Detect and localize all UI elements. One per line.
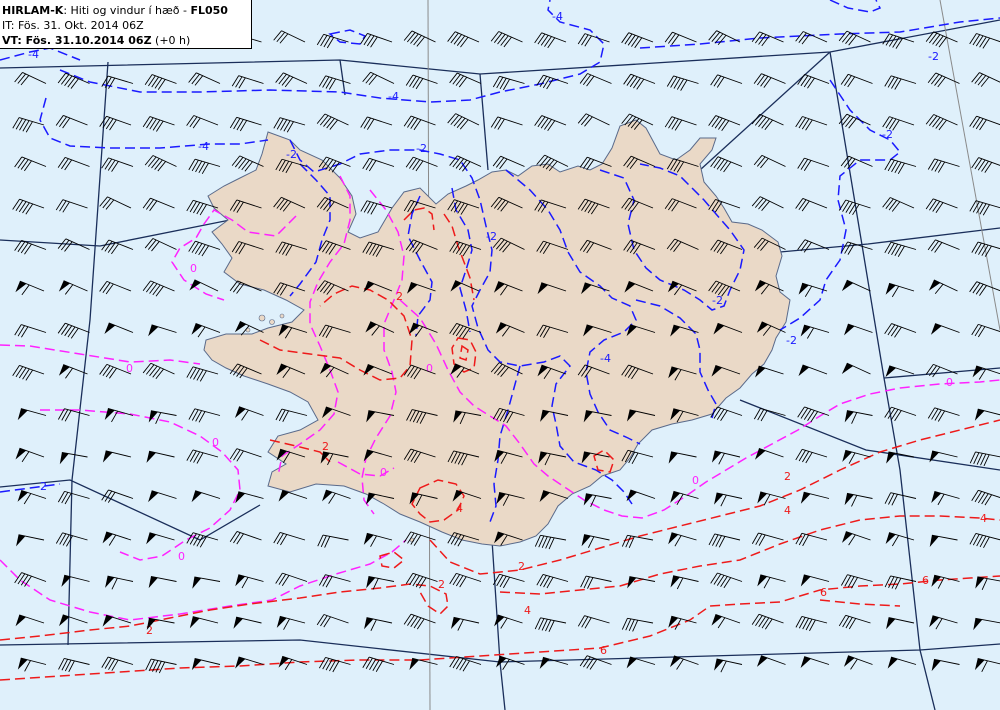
forecast-info-box: HIRLAM-K: Hiti og vindur í hæð - FL050 I…	[0, 0, 252, 49]
contour-label-blue: -4	[28, 48, 39, 61]
contour-label-red: 2	[396, 290, 403, 303]
contour-label-red: 2	[438, 578, 445, 591]
contour-label-blue: -2	[36, 480, 47, 493]
contour-label-blue: -2	[928, 50, 939, 63]
contour-label-red: 4	[456, 502, 463, 515]
contour-label-magenta: 0	[212, 436, 219, 449]
contour-label-magenta: 0	[692, 474, 699, 487]
flight-level: FL050	[190, 4, 228, 17]
contour-label-red: 4	[784, 504, 791, 517]
contour-label-blue: -4	[552, 10, 563, 23]
contour-label-blue: -4	[388, 90, 399, 103]
contour-label-blue: -2	[786, 334, 797, 347]
contour-label-magenta: 0	[380, 466, 387, 479]
contour-label-red: 4	[524, 604, 531, 617]
contour-label-blue: -2	[286, 148, 297, 161]
contour-label-red: 6	[600, 644, 607, 657]
valid-time-line: VT: Fös. 31.10.2014 06Z (+0 h)	[2, 33, 251, 48]
contour-label-red: 6	[820, 586, 827, 599]
contour-label-blue: -2	[416, 142, 427, 155]
contour-label-magenta: 0	[190, 262, 197, 275]
contour-label-blue: -2	[882, 128, 893, 141]
contour-label-blue: -4	[198, 140, 209, 153]
issue-time-value: Fös. 31. Okt. 2014 06Z	[17, 19, 144, 32]
weather-map: -4 -2 -4 -2 -2 -4 -2 -4 -4 -2 -2 -2 -2 0…	[0, 0, 1000, 710]
contour-label-red: 2	[322, 440, 329, 453]
contour-label-magenta: 0	[178, 550, 185, 563]
contour-label-blue: -2	[486, 230, 497, 243]
model-name: HIRLAM-K	[2, 4, 64, 17]
contour-label-blue: -4	[600, 352, 611, 365]
contour-label-red: 2	[784, 470, 791, 483]
product-name: : Hiti og vindur í hæð -	[63, 4, 191, 17]
contour-label-red: 6	[922, 574, 929, 587]
title-line: HIRLAM-K: Hiti og vindur í hæð - FL050	[2, 3, 251, 18]
contour-label-magenta: 0	[946, 376, 953, 389]
issue-time-label: IT:	[2, 19, 18, 32]
valid-time-value: Fös. 31.10.2014 06Z	[25, 34, 152, 47]
contour-label-red: 4	[980, 512, 987, 525]
lead-time: (+0 h)	[151, 34, 191, 47]
issue-time-line: IT: Fös. 31. Okt. 2014 06Z	[2, 18, 251, 33]
contour-label-red: 2	[518, 560, 525, 573]
valid-time-label: VT:	[2, 34, 26, 47]
